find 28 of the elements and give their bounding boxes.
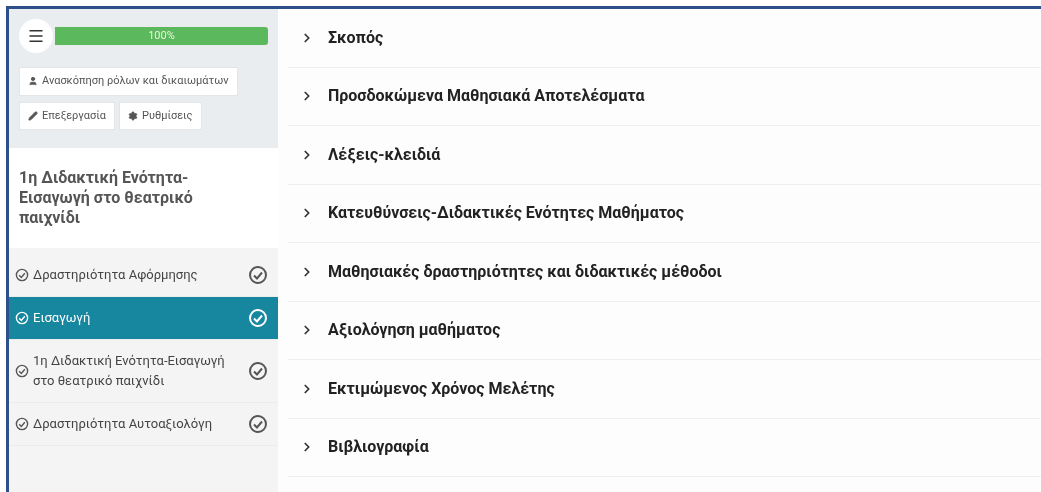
accordion-header[interactable]: Εκτιμώμενος Χρόνος Μελέτης xyxy=(288,360,1041,419)
menu-icon xyxy=(27,27,45,45)
accordion-header[interactable]: Σκοπός xyxy=(288,9,1041,68)
user-icon xyxy=(28,76,38,87)
toolbar-button[interactable]: Επεξεργασία xyxy=(19,101,115,130)
lesson-item[interactable]: Δραστηριότητα Αυτοαξιολόγη xyxy=(9,403,278,446)
status-check-icon xyxy=(248,361,268,381)
accordion-header[interactable]: Κατευθύνσεις-Διδακτικές Ενότητες Μαθήματος xyxy=(288,184,1041,243)
toolbar-button[interactable]: Ανασκόπηση ρόλων και δικαιωμάτων xyxy=(19,67,238,96)
lesson-item[interactable]: Εισαγωγή xyxy=(9,297,278,340)
toolbar-button[interactable]: Ρυθμίσεις xyxy=(118,101,202,130)
menu-button[interactable] xyxy=(19,19,53,53)
accordion-header[interactable]: Βιβλιογραφία xyxy=(288,418,1041,477)
gear-icon xyxy=(127,110,138,121)
status-check-icon xyxy=(248,265,268,285)
accordion-header[interactable]: Μαθησιακές δραστηριότητες και διδακτικές μέθοδοι xyxy=(288,243,1041,302)
status-check-icon xyxy=(248,414,268,434)
status-check-icon xyxy=(248,308,268,328)
accordion-header[interactable]: Αξιολόγηση μαθήματος xyxy=(288,301,1041,360)
lesson-title: Δραστηριότητα Αφόρμησης xyxy=(33,266,199,284)
accordion-header[interactable]: Προσδοκώμενα Μαθησιακά Αποτελέσματα xyxy=(288,67,1041,126)
lesson-title: Δραστηριότητα Αυτοαξιολόγη xyxy=(33,415,213,433)
pencil-icon xyxy=(28,110,38,121)
progress-label: 100% xyxy=(148,27,175,44)
lesson-title: Εισαγωγή xyxy=(33,309,92,327)
accordion-header[interactable]: Λέξεις-κλειδιά xyxy=(288,126,1041,185)
lesson-title: 1η Διδακτική Ενότητα-Εισαγωγή στο θεατρικό παιχνίδι xyxy=(33,352,226,390)
section-title: 1η Διδακτική Ενότητα-Εισαγωγή στο θεατρικό παιχνίδι xyxy=(19,168,194,228)
